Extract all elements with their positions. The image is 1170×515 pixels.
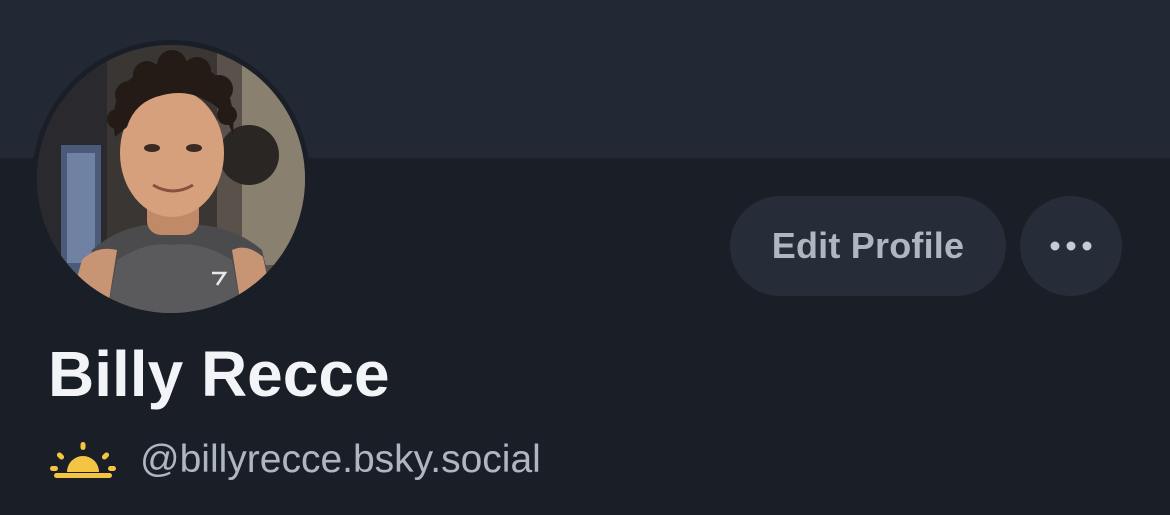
avatar[interactable] <box>37 45 305 313</box>
avatar-photo-icon <box>37 45 305 313</box>
profile-handle[interactable]: @billyrecce.bsky.social <box>140 438 541 482</box>
edit-profile-button[interactable]: Edit Profile <box>730 196 1006 296</box>
handle-row: @billyrecce.bsky.social <box>50 434 541 486</box>
more-options-button[interactable] <box>1020 196 1122 296</box>
profile-page: Edit Profile Billy Recce @billyrecce.bsk… <box>0 0 1170 515</box>
display-name: Billy Recce <box>48 338 390 410</box>
sunrise-icon <box>50 442 116 478</box>
more-horizontal-icon <box>1050 241 1092 251</box>
